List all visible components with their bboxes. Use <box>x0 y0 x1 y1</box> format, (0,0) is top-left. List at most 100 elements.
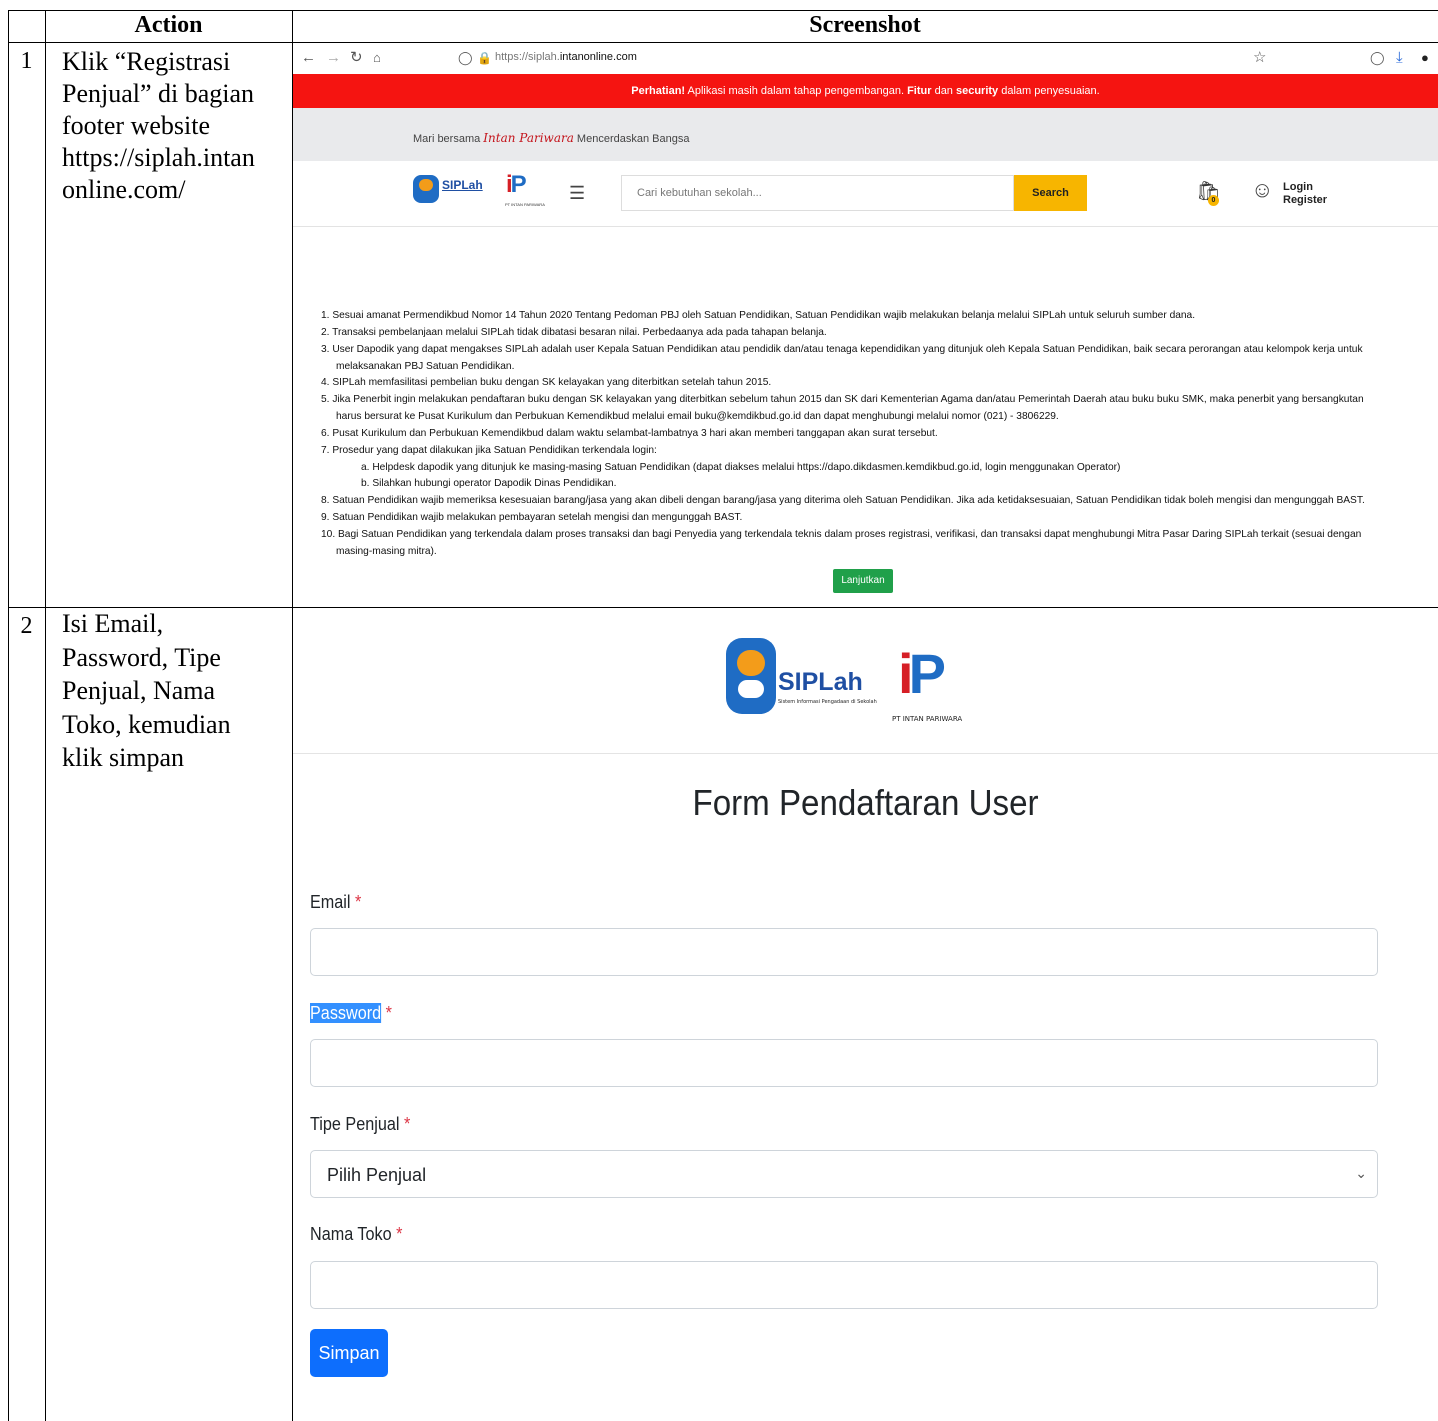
required-mark: * <box>385 1003 392 1023</box>
action-line: Toko, kemudian <box>62 709 231 739</box>
action-line: klik simpan <box>62 743 185 772</box>
row-number: 1 <box>20 48 33 74</box>
menu-hamburger-icon[interactable]: ☰ <box>569 183 585 204</box>
tagline-post: Mencerdaskan Bangsa <box>573 133 690 145</box>
header-screenshot: Screenshot <box>809 12 921 38</box>
user-icon[interactable]: ☺ <box>1251 177 1273 203</box>
intan-pariwara-logo-icon[interactable]: iP <box>506 171 527 199</box>
tipe-penjual-value: Pilih Penjual <box>327 1165 427 1185</box>
rule-item: 9. Satuan Pendidikan wajib melakukan pem… <box>321 512 743 524</box>
rule-item: 6. Pusat Kurikulum dan Perbukuan Kemendi… <box>321 427 938 439</box>
rule-item: 10. Bagi Satuan Pendidikan yang terkenda… <box>321 528 1362 540</box>
rule-item: 8. Satuan Pendidikan wajib memeriksa kes… <box>321 495 1365 507</box>
action-line: Penjual” di bagian <box>62 79 255 108</box>
action-line: footer website <box>62 111 211 140</box>
siplah-logo-accent <box>737 650 765 676</box>
intan-pariwara-logo-sub: PT INTAN PARIWARA <box>505 202 545 207</box>
action-line: Penjual, Nama <box>62 676 216 705</box>
email-field[interactable] <box>310 928 1378 976</box>
action-line: Klik “Registrasi <box>62 47 231 76</box>
rule-subitem: a. Helpdesk dapodik yang ditunjuk ke mas… <box>361 461 1121 473</box>
email-label: Email * <box>310 892 361 913</box>
rule-subitem: b. Silahkan hubungi operator Dapodik Din… <box>361 478 617 490</box>
screenshot-siplah-home: ← → ↻ ⌂ ◯ 🔒 https://siplah.intanonline.c… <box>293 43 1438 607</box>
siplah-logo-text[interactable]: SIPLah <box>442 178 483 192</box>
action-line: Isi Email, <box>62 609 164 638</box>
action-text: Klik “Registrasi Penjual” di bagian foot… <box>62 46 290 206</box>
intan-pariwara-logo-icon: iP <box>898 642 946 705</box>
shield-icon[interactable]: ◯ <box>458 50 473 66</box>
rules-list: 1. Sesuai amanat Permendikbud Nomor 14 T… <box>321 308 1438 561</box>
action-text: Isi Email, Password, Tipe Penjual, Nama … <box>62 607 290 775</box>
search-button[interactable]: Search <box>1014 175 1087 211</box>
nama-toko-field[interactable] <box>310 1261 1378 1309</box>
row-number: 2 <box>20 613 33 639</box>
page-title: Form Pendaftaran User <box>692 782 1039 823</box>
home-icon[interactable]: ⌂ <box>373 50 381 66</box>
required-mark: * <box>396 1224 403 1244</box>
download-icon[interactable]: ⤓ <box>1396 50 1403 66</box>
address-bar[interactable]: https://siplah.intanonline.com <box>495 51 637 63</box>
screenshot-registration-form: SIPLah Sistem Informasi Pengadaan di Sek… <box>293 608 1438 1421</box>
required-mark: * <box>403 1114 411 1134</box>
warning-bold: Fitur <box>907 85 932 97</box>
siplah-logo-subtitle: Sistem Informasi Pengadaan di Sekolah <box>778 699 877 705</box>
continue-button[interactable]: Lanjutkan <box>833 569 893 593</box>
save-button[interactable]: Simpan <box>310 1329 388 1377</box>
tipe-penjual-label: Tipe Penjual * <box>310 1114 410 1135</box>
password-field[interactable] <box>310 1039 1378 1087</box>
forward-icon[interactable]: → <box>326 50 341 66</box>
password-label: Password * <box>310 1003 392 1024</box>
email-label-text: Email <box>310 892 351 912</box>
warning-bold: security <box>955 85 999 97</box>
warning-text: dan <box>931 85 956 97</box>
table-col-divider-1 <box>45 10 46 1421</box>
nama-toko-label-text: Nama Toko <box>310 1224 392 1244</box>
rule-item: 7. Prosedur yang dapat dilakukan jika Sa… <box>321 444 657 456</box>
auth-links: Login Register <box>1283 181 1327 207</box>
rule-item: melaksanakan PBJ Satuan Pendidikan. <box>336 360 515 372</box>
siplah-logo-cutout <box>738 680 764 698</box>
profile-icon[interactable]: ● <box>1421 50 1429 66</box>
required-mark: * <box>355 892 362 912</box>
password-label-text: Password <box>310 1003 382 1023</box>
back-icon[interactable]: ← <box>301 50 316 66</box>
pocket-icon[interactable]: ◯ <box>1370 50 1385 66</box>
reload-icon[interactable]: ↻ <box>350 50 363 66</box>
url-domain: intanonline.com <box>559 51 637 63</box>
browser-toolbar: ← → ↻ ⌂ ◯ 🔒 https://siplah.intanonline.c… <box>293 43 1438 74</box>
table-border-left <box>8 10 9 1421</box>
siplah-logo-accent <box>419 179 433 191</box>
lock-icon[interactable]: 🔒 <box>477 50 492 66</box>
cart-bag-icon[interactable]: 🛍 0 <box>1196 179 1221 206</box>
tagline-pre: Mari bersama <box>413 133 484 145</box>
register-link[interactable]: Register <box>1283 194 1327 207</box>
rule-item: 4. SIPLah memfasilitasi pembelian buku d… <box>321 377 772 389</box>
table-border-top <box>8 10 1438 11</box>
tagline-brand: Intan Pariwara <box>483 131 574 145</box>
tipe-penjual-label-text: Tipe Penjual <box>310 1114 400 1134</box>
bookmark-star-icon[interactable]: ☆ <box>1253 50 1266 66</box>
header-action: Action <box>134 12 203 38</box>
warning-text: Aplikasi masih dalam tahap pengembangan. <box>685 85 908 97</box>
warning-banner: Perhatian! Aplikasi masih dalam tahap pe… <box>293 74 1438 108</box>
rule-item: 5. Jika Penerbit ingin melakukan pendaft… <box>321 394 1364 406</box>
rule-item: 2. Transaksi pembelanjaan melalui SIPLah… <box>321 326 827 338</box>
action-line: Password, Tipe <box>62 642 221 672</box>
login-link[interactable]: Login <box>1283 181 1327 194</box>
rule-item: masing-masing mitra). <box>336 545 437 557</box>
document-table: Action Screenshot 1 Klik “Registrasi Pen… <box>8 10 1438 1421</box>
rule-item: 1. Sesuai amanat Permendikbud Nomor 14 T… <box>321 310 1196 321</box>
url-prefix: https://siplah. <box>495 51 560 63</box>
intan-pariwara-logo-sub: PT INTAN PARIWARA <box>892 715 963 723</box>
cart-count-badge: 0 <box>1208 195 1219 206</box>
tipe-penjual-select[interactable]: Pilih Penjual ⌄ <box>310 1150 1378 1198</box>
form-header: SIPLah Sistem Informasi Pengadaan di Sek… <box>293 608 1438 754</box>
rule-item: 3. User Dapodik yang dapat mengakses SIP… <box>321 343 1363 355</box>
site-navbar: SIPLah iP PT INTAN PARIWARA ☰ Cari kebut… <box>293 161 1438 227</box>
rule-item: harus bersurat ke Pusat Kurikulum dan Pe… <box>336 411 1059 423</box>
warning-text: dalam penyesuaian. <box>998 85 1100 97</box>
siplah-logo-text: SIPLah <box>778 668 863 696</box>
chevron-down-icon: ⌄ <box>1355 1165 1367 1181</box>
search-input[interactable]: Cari kebutuhan sekolah... <box>621 175 1014 211</box>
